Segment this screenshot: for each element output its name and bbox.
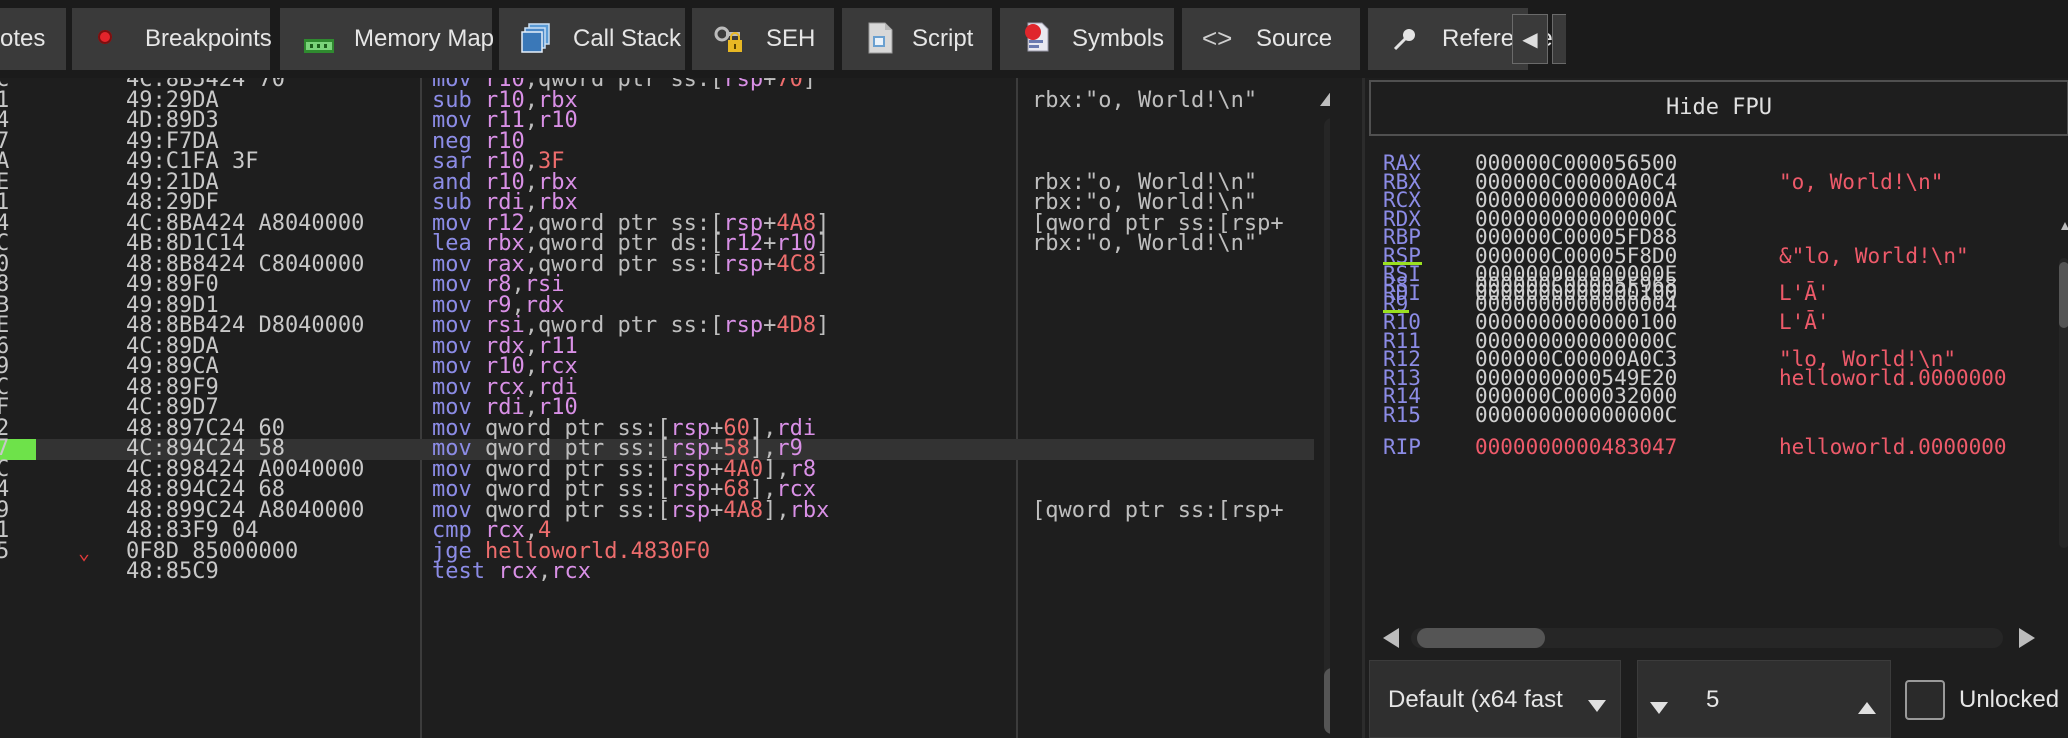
argument-count-value: 5 xyxy=(1706,686,1720,713)
register-row[interactable]: RAX 000000C000056500 xyxy=(1365,153,2055,173)
operand-text: ], xyxy=(763,497,790,523)
operand-text: + xyxy=(763,251,777,277)
unlocked-label: Unlocked xyxy=(1959,686,2060,713)
tab-label: otes xyxy=(0,25,46,52)
argument-count-spinbox[interactable]: 5 xyxy=(1637,660,1891,738)
tab-symbols[interactable]: Symbols xyxy=(1000,8,1174,70)
register-row[interactable]: R8 000000C00005F968 xyxy=(1365,275,2055,295)
tab-label: Breakpoints xyxy=(145,25,272,52)
symbols-icon xyxy=(1022,20,1052,52)
register-value[interactable]: 000000000000000C xyxy=(1475,404,1677,424)
operand-text: + xyxy=(710,497,724,523)
operand-text: ss:[ xyxy=(670,251,724,277)
chevron-up-icon[interactable] xyxy=(1858,693,1876,721)
tab-label: Script xyxy=(912,25,974,52)
operand-text: , xyxy=(537,559,552,584)
operand-register: rcx xyxy=(498,559,538,584)
operand-text: ss:[ xyxy=(670,313,724,338)
register-value[interactable]: 0000000000483047 xyxy=(1475,437,1677,457)
unlocked-checkbox[interactable]: Unlocked xyxy=(1903,678,2068,722)
instruction-cell: test rcx,rcx xyxy=(432,559,591,584)
calling-convention-select[interactable]: Default (x64 fast xyxy=(1369,660,1621,738)
register-comment: helloworld.0000000 xyxy=(1779,435,2007,459)
bytes-cell: 48:85C9 xyxy=(126,559,219,584)
operand-register: rsp xyxy=(670,497,711,523)
register-row[interactable]: RDX 000000000000000C xyxy=(1365,208,2055,228)
operand-text: + xyxy=(763,313,777,338)
tab-source[interactable]: <> Source xyxy=(1182,8,1360,70)
register-row[interactable]: R15 000000000000000C xyxy=(1365,402,2055,427)
chevron-down-icon[interactable] xyxy=(1650,693,1668,721)
tabs-scroll-left-button[interactable]: ◀ xyxy=(1512,14,1548,64)
register-comment: L'Ā' xyxy=(1779,310,1830,334)
operand-register: rcx xyxy=(551,559,591,584)
comment-cell: rbx:"o, World!\n" xyxy=(1032,231,1258,256)
tab-references[interactable]: References xyxy=(1368,8,1565,70)
register-row[interactable]: R9 0000000000000004 xyxy=(1365,293,2055,314)
operand-text: ] xyxy=(816,251,830,277)
tab-memory-map[interactable]: Memory Map xyxy=(280,8,495,70)
tab-seh[interactable]: SEH xyxy=(692,8,834,70)
register-name: RIP xyxy=(1383,435,1421,459)
jump-down-arrow-icon: ⌄ xyxy=(78,539,91,564)
tab-label: Source xyxy=(1256,25,1333,52)
operand-number: 4C8 xyxy=(776,251,817,277)
address-cell: 5 xyxy=(0,538,10,564)
tabs-scroll-right-button[interactable] xyxy=(1552,14,1566,64)
operand-register: rsp xyxy=(723,313,764,338)
tab-bar: otes Breakpoints Memory Map Call Stack S… xyxy=(0,0,2068,78)
instruction-row[interactable]: 48:85C9 test rcx,rcx xyxy=(0,559,1330,584)
register-row[interactable]: R14 000000C000032000 xyxy=(1365,386,2055,406)
operand-text: , xyxy=(524,108,538,133)
operand-register: rbx xyxy=(789,497,830,523)
seh-key-lock-icon xyxy=(714,26,744,56)
tab-breakpoints[interactable]: Breakpoints xyxy=(72,8,272,70)
disassembly-view[interactable]: C 4C:8B5424 70 mov r10,qword ptr ss:[rsp+7… xyxy=(0,78,1330,738)
tab-label: Memory Map xyxy=(354,25,495,52)
mnemonic: test xyxy=(432,559,499,584)
memory-map-icon xyxy=(304,32,334,53)
references-pin-icon xyxy=(1392,26,1422,56)
register-comment: &"lo, World!\n" xyxy=(1779,243,1969,268)
register-name: R15 xyxy=(1383,402,1421,427)
operand-register: r10 xyxy=(537,108,578,133)
operand-text: ss:[ xyxy=(617,497,671,523)
operand-number: 4A8 xyxy=(723,497,764,523)
register-row[interactable]: R13 0000000000549E20 helloworld.0000000 xyxy=(1365,365,2055,390)
breakpoint-dot-icon xyxy=(98,30,112,44)
register-comment: helloworld.0000000 xyxy=(1779,365,2007,390)
tab-notes[interactable]: otes xyxy=(0,8,66,70)
chevron-down-icon xyxy=(1588,691,1606,719)
registers-vertical-scrollbar[interactable] xyxy=(2055,218,2068,548)
operand-text: ] xyxy=(816,313,830,338)
tab-label: Call Stack xyxy=(573,25,682,52)
operand-number: 4D8 xyxy=(776,313,817,338)
hide-fpu-button[interactable]: Hide FPU xyxy=(1369,80,2068,136)
script-icon xyxy=(866,22,896,54)
comment-cell: [qword ptr ss:[rsp+ xyxy=(1032,497,1284,523)
checkbox-box[interactable] xyxy=(1905,680,1945,720)
source-code-icon: <> xyxy=(1202,23,1233,53)
disassembly-vertical-scrollbar[interactable] xyxy=(1314,78,1330,738)
tab-label: Symbols xyxy=(1072,25,1165,52)
register-row[interactable]: RCX 000000000000000A xyxy=(1365,190,2055,210)
tab-call-stack[interactable]: Call Stack xyxy=(499,8,685,70)
registers-horizontal-scrollbar[interactable] xyxy=(1369,618,2068,658)
call-stack-icon xyxy=(521,22,551,53)
tab-script[interactable]: Script xyxy=(842,8,992,70)
register-comment: "o, World!\n" xyxy=(1779,169,1944,194)
tab-label: SEH xyxy=(766,25,816,52)
register-row[interactable]: RSP 000000C00005F8D0 &"lo, World!\n" xyxy=(1365,243,2055,268)
operand-register: rsp xyxy=(723,251,764,277)
registers-panel: Hide FPU RAX 000000C000056500 RBX 000000C00… xyxy=(1362,78,2068,738)
register-row[interactable]: R10 0000000000000100 L'Ā' xyxy=(1365,310,2055,334)
register-row[interactable]: RIP 0000000000483047 helloworld.0000000 xyxy=(1365,435,2055,459)
register-row[interactable]: RBX 000000C00000A0C4 "o, World!\n" xyxy=(1365,169,2055,194)
calling-convention-value: Default (x64 fast xyxy=(1388,686,1563,713)
comment-cell: rbx:"o, World!\n" xyxy=(1032,87,1258,113)
